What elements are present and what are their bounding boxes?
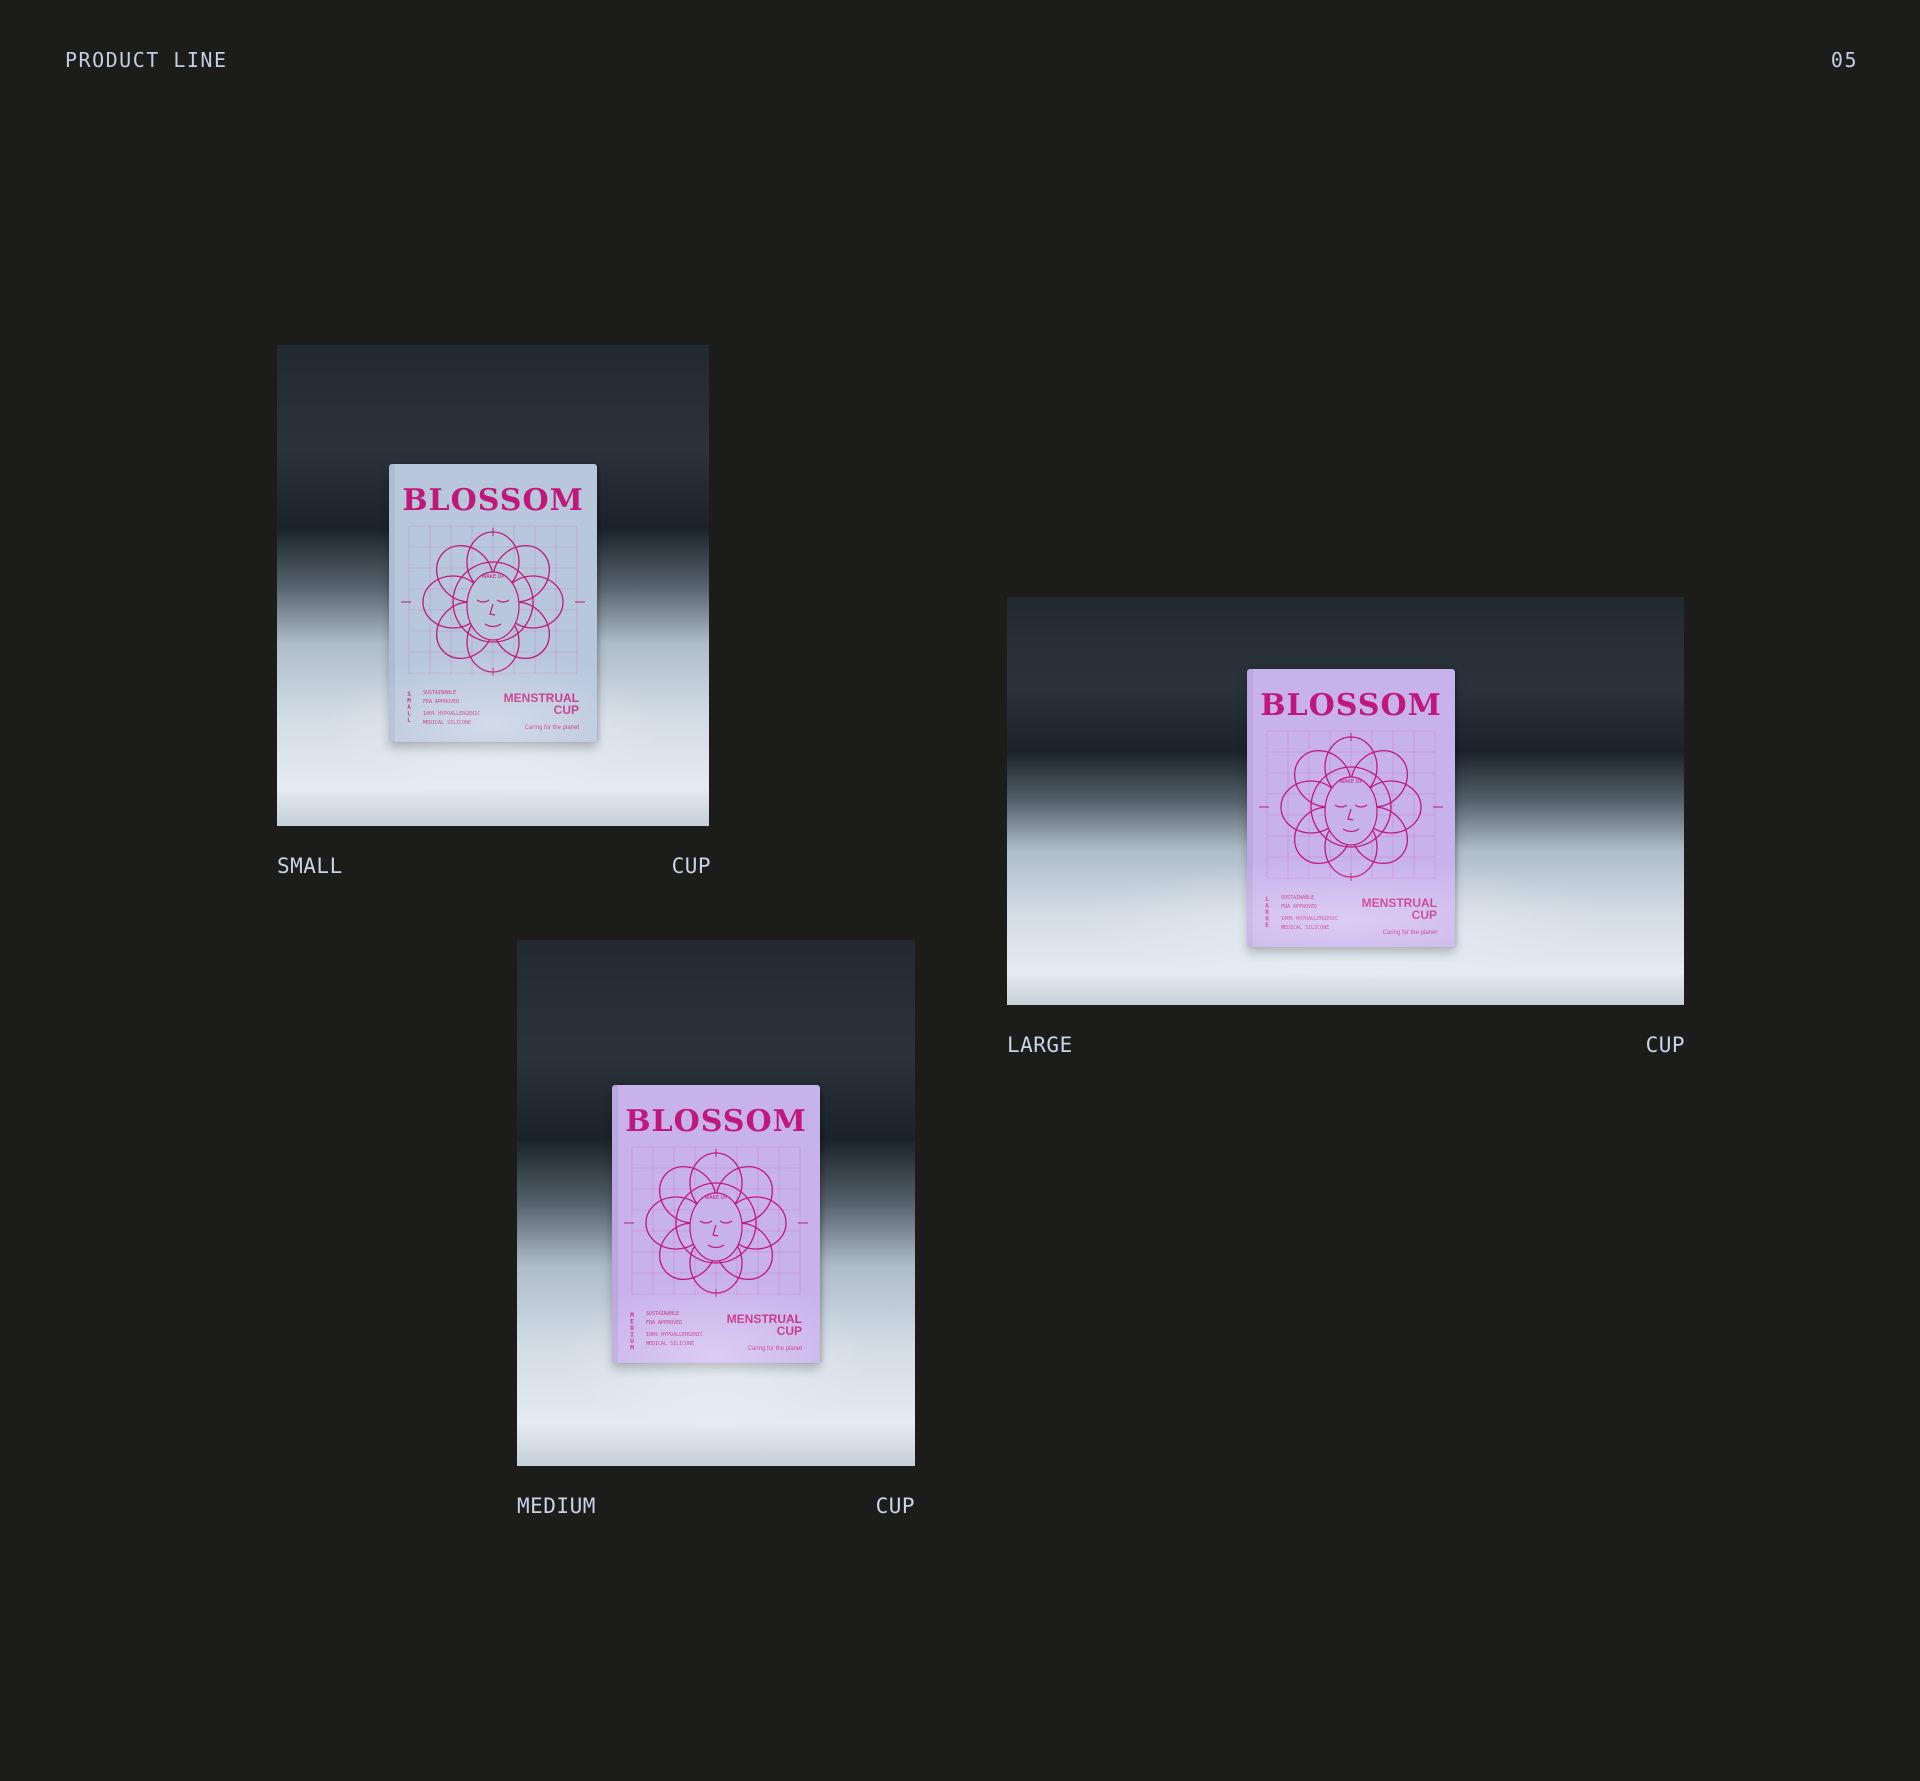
box-slogan-text: Caring for the planet bbox=[748, 1346, 803, 1352]
box-size-letter: L bbox=[407, 717, 411, 724]
product-caption-small: SMALL CUP bbox=[277, 854, 711, 878]
product-size-label: SMALL bbox=[277, 854, 343, 878]
product-type-label: CUP bbox=[671, 854, 711, 878]
box-feature-text: 100% HYPOALLERGENIC bbox=[646, 1332, 703, 1338]
box-feature-text: MEDICAL SILICONE bbox=[646, 1341, 694, 1347]
box-feature-text: MEDICAL SILICONE bbox=[1281, 925, 1329, 931]
box-feature-text: 100% HYPOALLERGENIC bbox=[423, 711, 480, 717]
box-tagline-text: WAKE UP bbox=[705, 1195, 728, 1201]
product-photo-medium[interactable]: BLOSSOM WAKE UP M E D I U M SUSTAINABLE FDA APPRO… bbox=[517, 940, 915, 1466]
face-illustration bbox=[689, 1192, 743, 1262]
box-tagline-text: WAKE UP bbox=[1340, 779, 1363, 785]
face-illustration bbox=[466, 571, 520, 641]
product-box-medium: BLOSSOM WAKE UP M E D I U M SUSTAINABLE FDA APPRO… bbox=[612, 1085, 820, 1363]
product-box-small: BLOSSOM WAKE UP S M A L L SUSTAINABLE FDA APPROV… bbox=[389, 464, 597, 742]
box-feature-text: SUSTAINABLE bbox=[1281, 895, 1314, 901]
product-photo-small[interactable]: BLOSSOM WAKE UP S M A L L SUSTAINABLE FDA APPROV… bbox=[277, 345, 709, 826]
box-artwork: BLOSSOMWAKE UPSMALLSUSTAINABLEFDA APPROV… bbox=[389, 464, 597, 742]
box-size-letter: M bbox=[630, 1345, 634, 1352]
box-slogan-text: Caring for the planet bbox=[1383, 930, 1438, 936]
box-brand-text: BLOSSOM bbox=[402, 483, 584, 518]
product-caption-large: LARGE CUP bbox=[1007, 1033, 1685, 1057]
product-size-label: MEDIUM bbox=[517, 1494, 596, 1518]
box-feature-text: 100% HYPOALLERGENIC bbox=[1281, 916, 1338, 922]
page-title: PRODUCT LINE bbox=[65, 48, 228, 72]
box-brand-text: BLOSSOM bbox=[1260, 688, 1442, 723]
box-product-name: CUP bbox=[777, 1324, 802, 1338]
box-artwork: BLOSSOMWAKE UPMEDIUMSUSTAINABLEFDA APPRO… bbox=[612, 1085, 820, 1363]
box-brand-text: BLOSSOM bbox=[625, 1104, 807, 1139]
product-box-large: BLOSSOM WAKE UP L A R G E SUSTAINABLE FDA APPROV… bbox=[1247, 669, 1455, 947]
box-tagline-text: WAKE UP bbox=[482, 574, 505, 580]
box-product-name: CUP bbox=[554, 703, 579, 717]
box-slogan-text: Caring for the planet bbox=[525, 725, 580, 731]
page-number: 05 bbox=[1830, 48, 1858, 72]
product-card-large[interactable]: BLOSSOM WAKE UP L A R G E SUSTAINABLE FDA APPROV… bbox=[1007, 597, 1685, 1057]
product-card-medium[interactable]: BLOSSOM WAKE UP M E D I U M SUSTAINABLE FDA APPRO… bbox=[517, 940, 915, 1518]
box-feature-text: FDA APPROVED bbox=[646, 1320, 682, 1326]
product-type-label: CUP bbox=[875, 1494, 915, 1518]
product-type-label: CUP bbox=[1645, 1033, 1685, 1057]
box-feature-text: FDA APPROVED bbox=[1281, 904, 1317, 910]
face-illustration bbox=[1324, 776, 1378, 846]
box-feature-text: FDA APPROVED bbox=[423, 699, 459, 705]
box-artwork: BLOSSOMWAKE UPLARGESUSTAINABLEFDA APPROV… bbox=[1247, 669, 1455, 947]
product-photo-large[interactable]: BLOSSOM WAKE UP L A R G E SUSTAINABLE FDA APPROV… bbox=[1007, 597, 1684, 1005]
product-size-label: LARGE bbox=[1007, 1033, 1073, 1057]
product-caption-medium: MEDIUM CUP bbox=[517, 1494, 915, 1518]
box-size-letter: E bbox=[1265, 922, 1269, 929]
box-feature-text: SUSTAINABLE bbox=[423, 690, 456, 696]
box-product-name: CUP bbox=[1412, 908, 1437, 922]
product-card-small[interactable]: BLOSSOM WAKE UP S M A L L SUSTAINABLE FDA APPROV… bbox=[277, 345, 711, 878]
box-feature-text: MEDICAL SILICONE bbox=[423, 720, 471, 726]
box-feature-text: SUSTAINABLE bbox=[646, 1311, 679, 1317]
